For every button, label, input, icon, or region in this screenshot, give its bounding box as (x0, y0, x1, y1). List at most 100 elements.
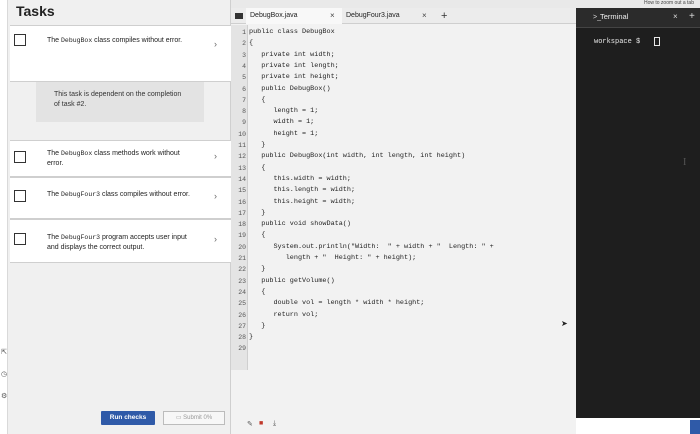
task-checkbox[interactable] (14, 190, 26, 202)
tab-debugbox[interactable]: DebugBox.java (246, 8, 342, 24)
mouse-cursor-icon: ➤ (561, 319, 568, 328)
code-line[interactable]: { (249, 95, 265, 106)
task-text: The DebugFour3 program accepts user inpu… (47, 234, 187, 251)
settings-icon[interactable]: ⚙ (1, 393, 7, 400)
line-number: 2 (242, 40, 246, 48)
code-line[interactable]: return vol; (249, 310, 318, 321)
close-icon[interactable]: × (330, 8, 335, 24)
task-checkbox[interactable] (14, 151, 26, 163)
line-number: 19 (238, 232, 246, 240)
line-number: 16 (238, 198, 246, 206)
chevron-right-icon[interactable]: › (214, 191, 217, 201)
line-number: 1 (242, 29, 246, 36)
line-number: 10 (238, 130, 246, 138)
terminal-panel[interactable] (576, 8, 700, 418)
code-line[interactable]: this.height = width; (249, 197, 355, 208)
record-icon[interactable]: ■ (259, 420, 263, 427)
line-number: 6 (242, 85, 246, 93)
submit-button[interactable]: ▭ Submit 0% (163, 411, 225, 425)
code-line[interactable]: } (249, 264, 265, 275)
code-line[interactable]: public DebugBox() (249, 84, 330, 95)
chevron-right-icon[interactable]: › (214, 39, 217, 49)
code-line[interactable]: public getVolume() (249, 276, 334, 287)
line-number: 5 (242, 74, 246, 82)
line-number: 8 (242, 108, 246, 116)
code-line[interactable]: private int width; (249, 50, 334, 61)
code-line[interactable]: } (249, 332, 253, 343)
code-line[interactable]: { (249, 38, 253, 49)
zoom-hint-text: How to zoom out a tab (643, 0, 694, 6)
tasks-title: Tasks (16, 3, 55, 19)
line-number: 26 (238, 311, 246, 319)
code-line[interactable]: public void showData() (249, 219, 351, 230)
code-line[interactable]: { (249, 230, 265, 241)
line-number: 25 (238, 300, 246, 308)
task-text: The DebugFour3 class compiles without er… (47, 191, 190, 198)
left-icon-strip: ⇱ ◷ ⚙ (0, 0, 8, 434)
line-number: 24 (238, 288, 246, 296)
line-number: 22 (238, 266, 246, 274)
task-item-1[interactable]: The DebugBox class compiles without erro… (10, 25, 231, 82)
line-number: 11 (238, 142, 246, 149)
task-item-4[interactable]: The DebugFour3 program accepts user inpu… (10, 219, 231, 263)
line-number: 3 (242, 51, 246, 59)
folder-icon[interactable] (235, 13, 243, 19)
line-number: 7 (242, 96, 246, 104)
line-number: 17 (238, 209, 246, 217)
chevron-right-icon[interactable]: › (214, 151, 217, 161)
new-tab-icon[interactable]: + (441, 8, 447, 24)
code-line[interactable]: length = 1; (249, 106, 318, 117)
pencil-icon[interactable]: ✎ (247, 420, 253, 428)
line-number: 18 (238, 221, 246, 229)
line-number: 14 (238, 175, 246, 183)
task-checkbox[interactable] (14, 233, 26, 245)
line-number: 27 (238, 322, 246, 330)
line-number: 20 (238, 243, 246, 251)
task-text: The DebugBox class compiles without erro… (47, 37, 183, 44)
side-panel-toggle[interactable] (690, 420, 700, 434)
code-line[interactable]: } (249, 321, 265, 332)
task-checkbox[interactable] (14, 34, 26, 46)
task-text: The DebugBox class methods work without … (47, 150, 180, 167)
line-number: 9 (242, 119, 246, 127)
line-number: 23 (238, 277, 246, 285)
terminal-cursor (654, 37, 660, 46)
code-line[interactable]: { (249, 163, 265, 174)
code-line[interactable]: } (249, 140, 265, 151)
terminal-footer (576, 418, 700, 434)
code-line[interactable]: length + " Height: " + height); (249, 253, 417, 264)
code-line[interactable]: width = 1; (249, 117, 314, 128)
code-line[interactable]: private int length; (249, 61, 339, 72)
code-line[interactable]: { (249, 287, 265, 298)
line-number: 13 (238, 164, 246, 172)
line-number: 28 (238, 334, 246, 342)
close-icon[interactable]: × (673, 12, 678, 21)
line-number: 12 (238, 153, 246, 161)
dependency-note: This task is dependent on the completion… (36, 82, 204, 122)
code-line[interactable]: System.out.println("Width: " + width + "… (249, 242, 493, 253)
line-number-gutter: 1 2 3 4 5 6 7 8 9 10 11 12 13 14 15 16 17 18 19 20 21 22 23 24 2… (231, 25, 248, 370)
line-number: 21 (238, 255, 246, 262)
code-line[interactable]: this.width = width; (249, 174, 351, 185)
new-terminal-icon[interactable]: + (689, 11, 695, 22)
close-icon[interactable]: × (422, 8, 427, 24)
share-icon[interactable]: ⇱ (1, 349, 7, 356)
terminal-tab-label[interactable]: Terminal (600, 12, 628, 21)
task-item-3[interactable]: The DebugFour3 class compiles without er… (10, 177, 231, 219)
line-number: 15 (238, 187, 246, 195)
text-cursor-icon: I (683, 157, 687, 168)
code-line[interactable]: public class DebugBox (249, 27, 335, 38)
code-line[interactable]: this.length = width; (249, 185, 355, 196)
code-line[interactable]: private int height; (249, 72, 339, 83)
code-line[interactable]: } (249, 208, 265, 219)
code-line[interactable]: double vol = length * width * height; (249, 298, 424, 309)
code-line[interactable]: height = 1; (249, 129, 318, 140)
task-item-2[interactable]: The DebugBox class methods work without … (10, 140, 231, 177)
terminal-prompt: workspace $ (594, 38, 641, 46)
chevron-right-icon[interactable]: › (214, 234, 217, 244)
history-icon[interactable]: ◷ (1, 371, 7, 378)
download-icon[interactable]: ⤓ (273, 420, 276, 428)
line-number: 4 (242, 62, 246, 70)
run-checks-button[interactable]: Run checks (101, 411, 155, 425)
code-line[interactable]: public DebugBox(int width, int length, i… (249, 151, 465, 162)
